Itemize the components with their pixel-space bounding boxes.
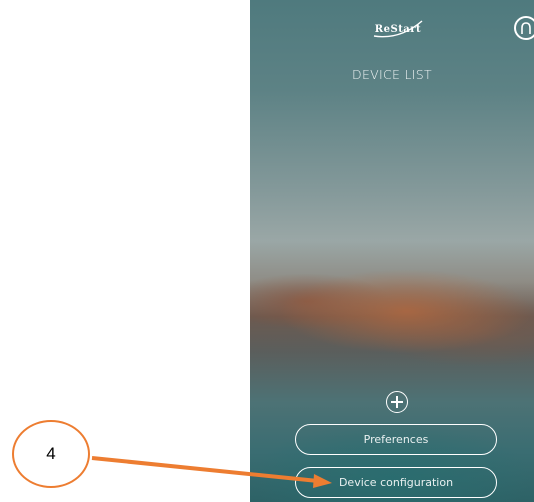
preferences-button-label: Preferences bbox=[363, 433, 429, 446]
user-account-icon[interactable] bbox=[514, 16, 534, 40]
app-screen: ReStart DEVICE LIST Preferences Device c… bbox=[250, 0, 534, 502]
logo-text: ReStart bbox=[374, 23, 422, 35]
user-glyph-icon bbox=[521, 22, 531, 34]
page: ReStart DEVICE LIST Preferences Device c… bbox=[0, 0, 534, 502]
app-logo: ReStart bbox=[370, 18, 426, 40]
device-configuration-button[interactable]: Device configuration bbox=[295, 467, 497, 498]
preferences-button[interactable]: Preferences bbox=[295, 424, 497, 455]
annotation-callout: 4 bbox=[12, 420, 90, 488]
add-device-icon[interactable] bbox=[386, 391, 408, 413]
page-title: DEVICE LIST bbox=[352, 67, 432, 82]
device-configuration-button-label: Device configuration bbox=[338, 476, 454, 489]
annotation-number: 4 bbox=[46, 444, 56, 463]
